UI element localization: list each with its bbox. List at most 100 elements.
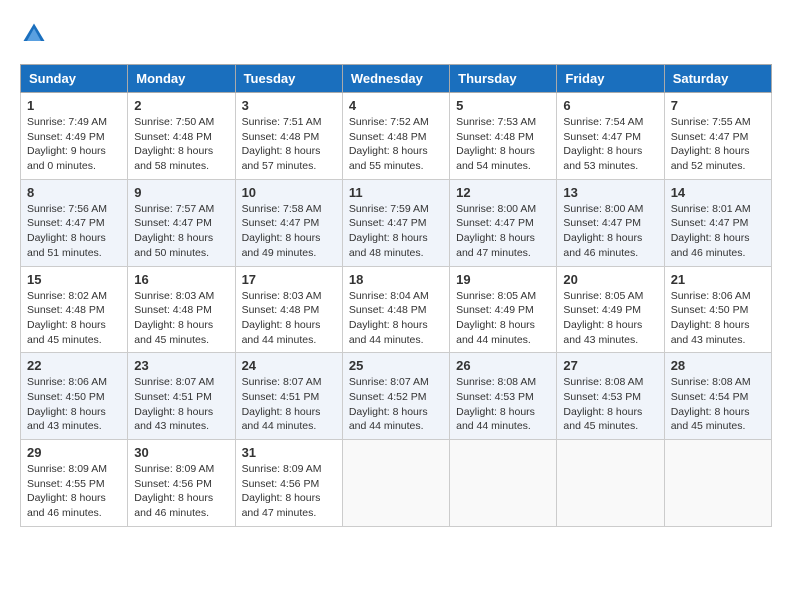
calendar-cell: 26 Sunrise: 8:08 AM Sunset: 4:53 PM Dayl…	[450, 353, 557, 440]
cell-content: Sunrise: 7:50 AM Sunset: 4:48 PM Dayligh…	[134, 115, 228, 174]
day-number: 21	[671, 272, 765, 287]
calendar-week-row: 15 Sunrise: 8:02 AM Sunset: 4:48 PM Dayl…	[21, 266, 772, 353]
calendar-cell: 13 Sunrise: 8:00 AM Sunset: 4:47 PM Dayl…	[557, 179, 664, 266]
calendar-cell: 21 Sunrise: 8:06 AM Sunset: 4:50 PM Dayl…	[664, 266, 771, 353]
calendar-cell: 25 Sunrise: 8:07 AM Sunset: 4:52 PM Dayl…	[342, 353, 449, 440]
sunrise-label: Sunrise: 8:07 AM	[134, 376, 214, 388]
daylight-label: Daylight: 8 hours and 43 minutes.	[27, 406, 106, 433]
sunrise-label: Sunrise: 8:00 AM	[563, 203, 643, 215]
calendar-week-row: 29 Sunrise: 8:09 AM Sunset: 4:55 PM Dayl…	[21, 440, 772, 527]
sunset-label: Sunset: 4:48 PM	[134, 304, 212, 316]
sunset-label: Sunset: 4:56 PM	[242, 478, 320, 490]
cell-content: Sunrise: 8:08 AM Sunset: 4:53 PM Dayligh…	[563, 375, 657, 434]
calendar-cell	[450, 440, 557, 527]
sunrise-label: Sunrise: 8:07 AM	[349, 376, 429, 388]
cell-content: Sunrise: 8:05 AM Sunset: 4:49 PM Dayligh…	[456, 289, 550, 348]
cell-content: Sunrise: 7:58 AM Sunset: 4:47 PM Dayligh…	[242, 202, 336, 261]
calendar-cell: 22 Sunrise: 8:06 AM Sunset: 4:50 PM Dayl…	[21, 353, 128, 440]
cell-content: Sunrise: 7:51 AM Sunset: 4:48 PM Dayligh…	[242, 115, 336, 174]
cell-content: Sunrise: 8:09 AM Sunset: 4:56 PM Dayligh…	[242, 462, 336, 521]
day-number: 14	[671, 185, 765, 200]
calendar-cell: 30 Sunrise: 8:09 AM Sunset: 4:56 PM Dayl…	[128, 440, 235, 527]
calendar-cell: 17 Sunrise: 8:03 AM Sunset: 4:48 PM Dayl…	[235, 266, 342, 353]
cell-content: Sunrise: 8:09 AM Sunset: 4:56 PM Dayligh…	[134, 462, 228, 521]
calendar-cell: 27 Sunrise: 8:08 AM Sunset: 4:53 PM Dayl…	[557, 353, 664, 440]
daylight-label: Daylight: 8 hours and 43 minutes.	[671, 319, 750, 346]
sunrise-label: Sunrise: 8:07 AM	[242, 376, 322, 388]
day-number: 11	[349, 185, 443, 200]
day-number: 26	[456, 358, 550, 373]
cell-content: Sunrise: 7:49 AM Sunset: 4:49 PM Dayligh…	[27, 115, 121, 174]
sunset-label: Sunset: 4:55 PM	[27, 478, 105, 490]
calendar-cell: 16 Sunrise: 8:03 AM Sunset: 4:48 PM Dayl…	[128, 266, 235, 353]
day-header-friday: Friday	[557, 65, 664, 93]
daylight-label: Daylight: 8 hours and 52 minutes.	[671, 145, 750, 172]
sunset-label: Sunset: 4:50 PM	[27, 391, 105, 403]
sunset-label: Sunset: 4:48 PM	[134, 131, 212, 143]
sunset-label: Sunset: 4:51 PM	[242, 391, 320, 403]
sunrise-label: Sunrise: 7:56 AM	[27, 203, 107, 215]
sunset-label: Sunset: 4:56 PM	[134, 478, 212, 490]
day-header-saturday: Saturday	[664, 65, 771, 93]
daylight-label: Daylight: 8 hours and 47 minutes.	[456, 232, 535, 259]
sunset-label: Sunset: 4:47 PM	[134, 217, 212, 229]
sunrise-label: Sunrise: 8:09 AM	[242, 463, 322, 475]
sunset-label: Sunset: 4:48 PM	[242, 304, 320, 316]
calendar-cell: 1 Sunrise: 7:49 AM Sunset: 4:49 PM Dayli…	[21, 93, 128, 180]
sunrise-label: Sunrise: 7:52 AM	[349, 116, 429, 128]
calendar-cell: 28 Sunrise: 8:08 AM Sunset: 4:54 PM Dayl…	[664, 353, 771, 440]
sunset-label: Sunset: 4:49 PM	[456, 304, 534, 316]
day-number: 1	[27, 98, 121, 113]
sunrise-label: Sunrise: 8:00 AM	[456, 203, 536, 215]
sunrise-label: Sunrise: 7:51 AM	[242, 116, 322, 128]
day-number: 19	[456, 272, 550, 287]
day-number: 13	[563, 185, 657, 200]
calendar-cell: 31 Sunrise: 8:09 AM Sunset: 4:56 PM Dayl…	[235, 440, 342, 527]
sunrise-label: Sunrise: 8:01 AM	[671, 203, 751, 215]
page-header	[20, 20, 772, 48]
sunrise-label: Sunrise: 8:04 AM	[349, 290, 429, 302]
day-header-thursday: Thursday	[450, 65, 557, 93]
calendar-cell	[342, 440, 449, 527]
daylight-label: Daylight: 8 hours and 46 minutes.	[134, 492, 213, 519]
daylight-label: Daylight: 8 hours and 46 minutes.	[27, 492, 106, 519]
calendar-week-row: 8 Sunrise: 7:56 AM Sunset: 4:47 PM Dayli…	[21, 179, 772, 266]
day-header-sunday: Sunday	[21, 65, 128, 93]
day-number: 3	[242, 98, 336, 113]
sunrise-label: Sunrise: 8:06 AM	[671, 290, 751, 302]
sunset-label: Sunset: 4:52 PM	[349, 391, 427, 403]
sunset-label: Sunset: 4:47 PM	[563, 217, 641, 229]
calendar-cell: 23 Sunrise: 8:07 AM Sunset: 4:51 PM Dayl…	[128, 353, 235, 440]
sunset-label: Sunset: 4:47 PM	[563, 131, 641, 143]
cell-content: Sunrise: 7:53 AM Sunset: 4:48 PM Dayligh…	[456, 115, 550, 174]
calendar-header-row: SundayMondayTuesdayWednesdayThursdayFrid…	[21, 65, 772, 93]
day-number: 4	[349, 98, 443, 113]
day-number: 28	[671, 358, 765, 373]
cell-content: Sunrise: 7:55 AM Sunset: 4:47 PM Dayligh…	[671, 115, 765, 174]
sunset-label: Sunset: 4:47 PM	[349, 217, 427, 229]
day-number: 15	[27, 272, 121, 287]
cell-content: Sunrise: 8:07 AM Sunset: 4:51 PM Dayligh…	[134, 375, 228, 434]
sunset-label: Sunset: 4:48 PM	[349, 304, 427, 316]
sunset-label: Sunset: 4:51 PM	[134, 391, 212, 403]
cell-content: Sunrise: 8:08 AM Sunset: 4:54 PM Dayligh…	[671, 375, 765, 434]
sunrise-label: Sunrise: 8:08 AM	[456, 376, 536, 388]
sunrise-label: Sunrise: 8:08 AM	[563, 376, 643, 388]
cell-content: Sunrise: 8:09 AM Sunset: 4:55 PM Dayligh…	[27, 462, 121, 521]
cell-content: Sunrise: 8:06 AM Sunset: 4:50 PM Dayligh…	[27, 375, 121, 434]
daylight-label: Daylight: 8 hours and 55 minutes.	[349, 145, 428, 172]
calendar-cell: 3 Sunrise: 7:51 AM Sunset: 4:48 PM Dayli…	[235, 93, 342, 180]
sunrise-label: Sunrise: 7:54 AM	[563, 116, 643, 128]
calendar-cell: 24 Sunrise: 8:07 AM Sunset: 4:51 PM Dayl…	[235, 353, 342, 440]
calendar-cell: 19 Sunrise: 8:05 AM Sunset: 4:49 PM Dayl…	[450, 266, 557, 353]
sunset-label: Sunset: 4:54 PM	[671, 391, 749, 403]
day-number: 12	[456, 185, 550, 200]
cell-content: Sunrise: 8:04 AM Sunset: 4:48 PM Dayligh…	[349, 289, 443, 348]
sunset-label: Sunset: 4:47 PM	[242, 217, 320, 229]
cell-content: Sunrise: 7:52 AM Sunset: 4:48 PM Dayligh…	[349, 115, 443, 174]
daylight-label: Daylight: 8 hours and 44 minutes.	[456, 406, 535, 433]
calendar-cell: 14 Sunrise: 8:01 AM Sunset: 4:47 PM Dayl…	[664, 179, 771, 266]
daylight-label: Daylight: 9 hours and 0 minutes.	[27, 145, 106, 172]
daylight-label: Daylight: 8 hours and 45 minutes.	[563, 406, 642, 433]
daylight-label: Daylight: 8 hours and 44 minutes.	[349, 406, 428, 433]
